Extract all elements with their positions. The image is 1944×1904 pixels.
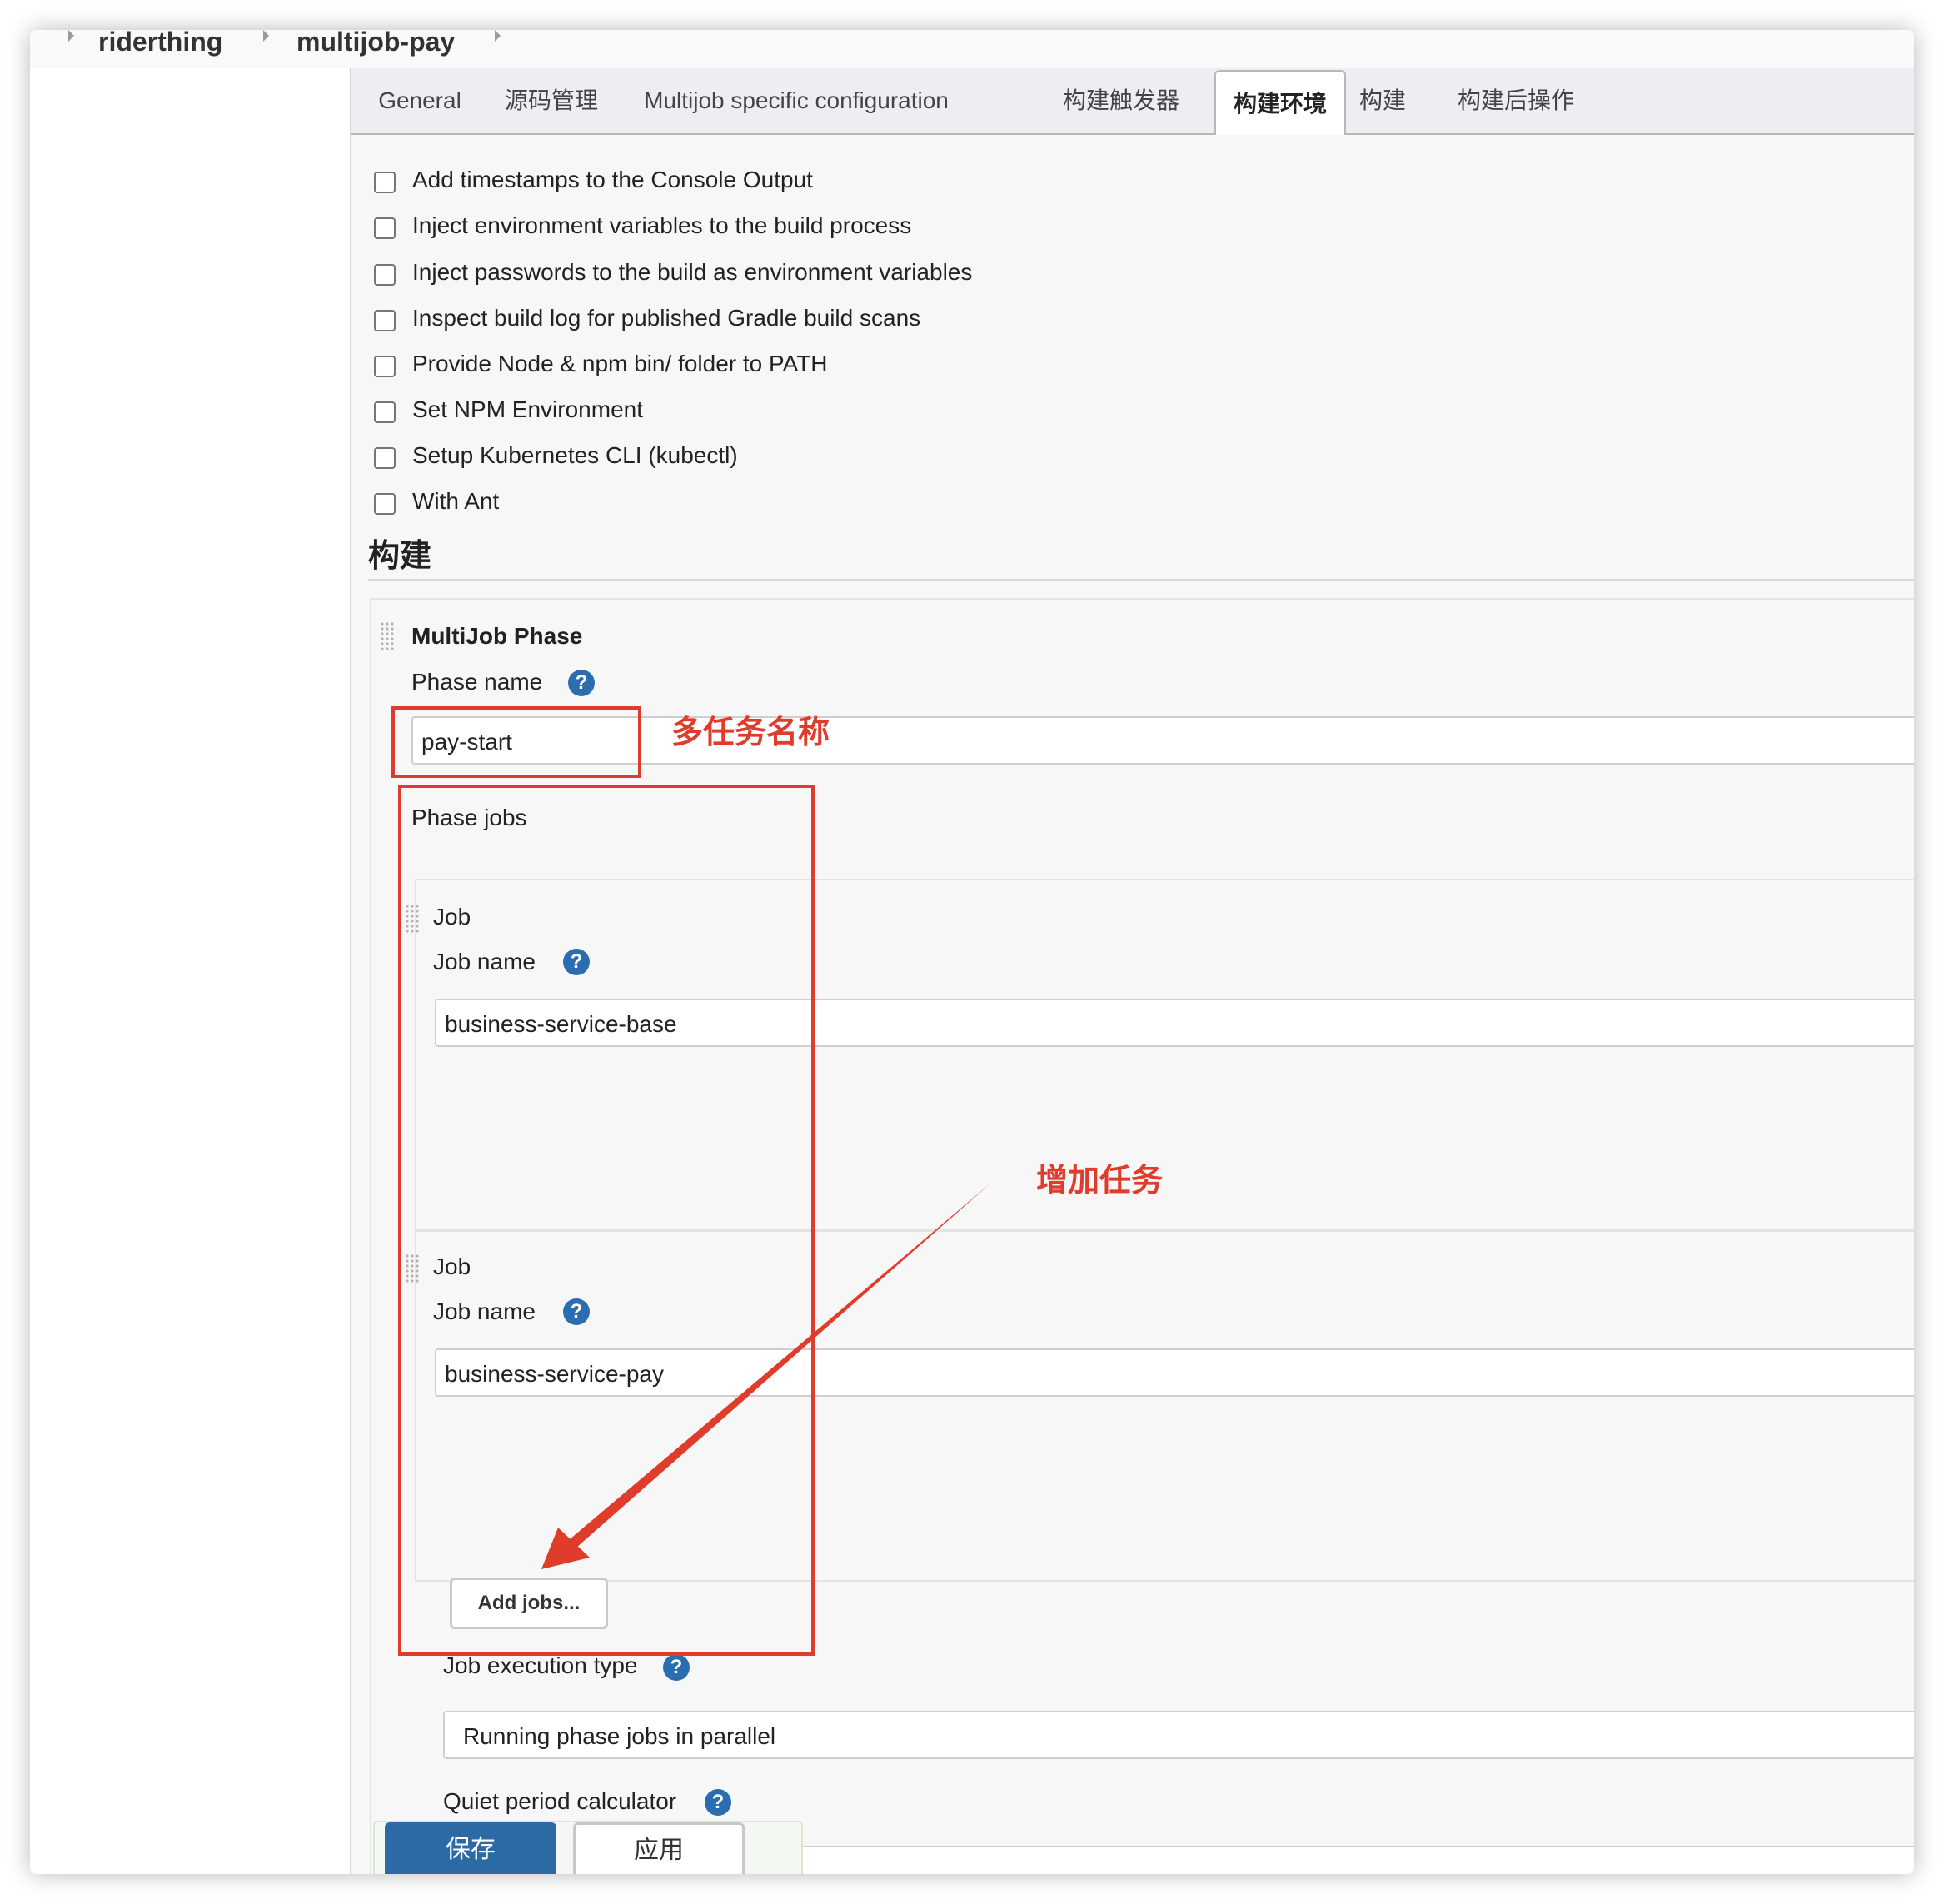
browser-window: riderthing multijob-pay General 源码管理 Mul… [30, 30, 1914, 1874]
annotation-arrow-icon [541, 1183, 991, 1569]
